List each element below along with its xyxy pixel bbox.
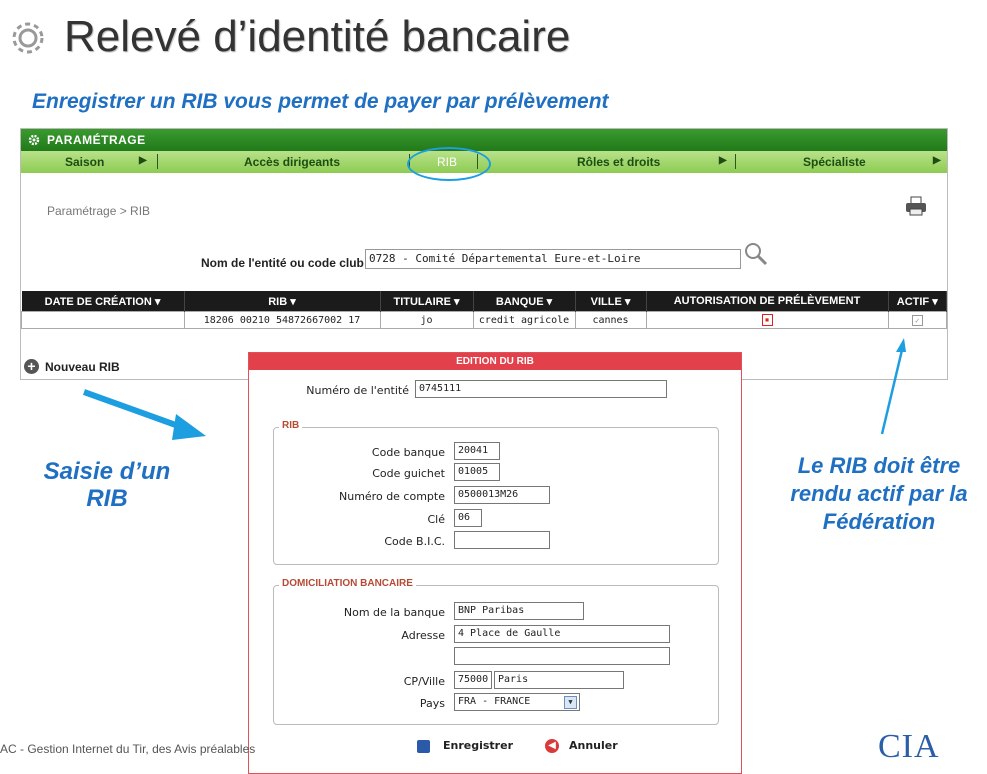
menu-item-roles-droits[interactable]: Rôles et droits (577, 155, 660, 169)
menu-item-specialiste[interactable]: Spécialiste (803, 155, 866, 169)
cell-actif: ✓ (887, 311, 947, 329)
cell-rib: 18206 00210 54872667002 17 (183, 311, 381, 329)
chevron-right-icon[interactable]: ▶ (719, 155, 727, 166)
pays-selected-value: FRA - FRANCE (458, 696, 531, 707)
cle-label: Clé (427, 513, 445, 526)
entity-input[interactable]: 0728 - Comité Départemental Eure-et-Loir… (365, 249, 741, 269)
printer-icon[interactable] (905, 196, 927, 216)
domiciliation-legend: DOMICILIATION BANCAIRE (279, 578, 416, 589)
column-header-date[interactable]: DATE DE CRÉATION ▾ (21, 291, 185, 312)
pays-select[interactable]: FRA - FRANCE ▼ (454, 693, 580, 711)
entity-label: Nom de l'entité ou code club (201, 256, 364, 270)
cell-ville: cannes (574, 311, 647, 329)
active-checkbox[interactable]: ✓ (911, 314, 923, 326)
table-row[interactable]: 18206 00210 54872667002 17 jo credit agr… (21, 311, 947, 329)
adresse-field[interactable]: 4 Place de Gaulle (454, 625, 670, 643)
chevron-right-icon[interactable]: ▶ (139, 155, 147, 166)
pdf-icon[interactable]: ▪ (761, 314, 773, 326)
edit-rib-dialog: EDITION DU RIB Numéro de l'entité 074511… (248, 352, 742, 774)
entity-number-field[interactable]: 0745111 (415, 380, 667, 398)
highlight-circle (407, 147, 491, 181)
numero-compte-label: Numéro de compte (339, 490, 445, 503)
rib-legend: RIB (279, 420, 303, 431)
code-guichet-label: Code guichet (372, 467, 445, 480)
chevron-right-icon[interactable]: ▶ (933, 155, 941, 166)
brand-logo: CIA (878, 728, 940, 765)
new-rib-button[interactable]: Nouveau RIB (45, 360, 120, 374)
slide-footer: AC - Gestion Internet du Tir, des Avis p… (0, 742, 256, 756)
annotation-left: Saisie d’un RIB (43, 458, 171, 512)
menu-divider (157, 154, 158, 169)
cp-ville-label: CP/Ville (403, 675, 445, 688)
chevron-down-icon[interactable]: ▼ (564, 696, 577, 709)
column-header-rib[interactable]: RIB ▾ (184, 291, 381, 312)
app-header: PARAMÉTRAGE (21, 129, 947, 151)
code-guichet-field[interactable]: 01005 (454, 463, 500, 481)
bic-field[interactable] (454, 531, 550, 549)
cell-autorisation: ▪ (645, 311, 889, 329)
entity-number-label: Numéro de l'entité (306, 384, 409, 397)
app-panel: PARAMÉTRAGE Saison ▶ Accès dirigeants RI… (20, 128, 948, 380)
cell-banque: credit agricole (472, 311, 576, 329)
page-subtitle: Enregistrer un RIB vous permet de payer … (32, 90, 609, 113)
bic-label: Code B.I.C. (384, 535, 445, 548)
dialog-title: EDITION DU RIB (249, 353, 741, 370)
code-banque-field[interactable]: 20041 (454, 442, 500, 460)
table-header-row: DATE DE CRÉATION ▾ RIB ▾ TITULAIRE ▾ BAN… (21, 291, 947, 312)
annotation-right: Le RIB doit être rendu actif par la Fédé… (790, 453, 968, 534)
search-icon[interactable] (743, 241, 769, 267)
column-header-banque[interactable]: BANQUE ▾ (473, 291, 576, 312)
adresse-label: Adresse (401, 629, 445, 642)
menu-divider (735, 154, 736, 169)
column-header-ville[interactable]: VILLE ▾ (575, 291, 647, 312)
adresse2-field[interactable] (454, 647, 670, 665)
cell-date (21, 311, 185, 329)
cancel-icon[interactable]: ◀ (545, 739, 559, 753)
column-header-actif[interactable]: ACTIF ▾ (888, 291, 947, 312)
annotation-arrow (880, 338, 906, 435)
save-button[interactable]: Enregistrer (443, 739, 513, 752)
save-icon[interactable] (417, 740, 430, 753)
gear-icon (12, 22, 44, 54)
cell-titulaire: jo (379, 311, 474, 329)
column-header-autorisation: AUTORISATION DE PRÉLÈVEMENT (646, 291, 889, 312)
menu-item-acces-dirigeants[interactable]: Accès dirigeants (244, 155, 340, 169)
nom-banque-label: Nom de la banque (343, 606, 445, 619)
nom-banque-field[interactable]: BNP Paribas (454, 602, 584, 620)
ville-field[interactable]: Paris (494, 671, 624, 689)
cp-field[interactable]: 75000 (454, 671, 492, 689)
annotation-arrow (82, 389, 206, 440)
plus-icon[interactable]: + (24, 359, 39, 374)
rib-table: DATE DE CRÉATION ▾ RIB ▾ TITULAIRE ▾ BAN… (21, 291, 947, 329)
cancel-button[interactable]: Annuler (569, 739, 618, 752)
pays-label: Pays (419, 697, 445, 710)
numero-compte-field[interactable]: 0500013M26 (454, 486, 550, 504)
cle-field[interactable]: 06 (454, 509, 482, 527)
page-title: Relevé d’identité bancaire (64, 12, 571, 61)
code-banque-label: Code banque (371, 446, 445, 459)
gear-icon (28, 134, 40, 146)
menu-item-saison[interactable]: Saison (65, 155, 104, 169)
column-header-titulaire[interactable]: TITULAIRE ▾ (380, 291, 474, 312)
app-header-title: PARAMÉTRAGE (47, 133, 146, 147)
breadcrumb: Paramétrage > RIB (47, 204, 151, 218)
